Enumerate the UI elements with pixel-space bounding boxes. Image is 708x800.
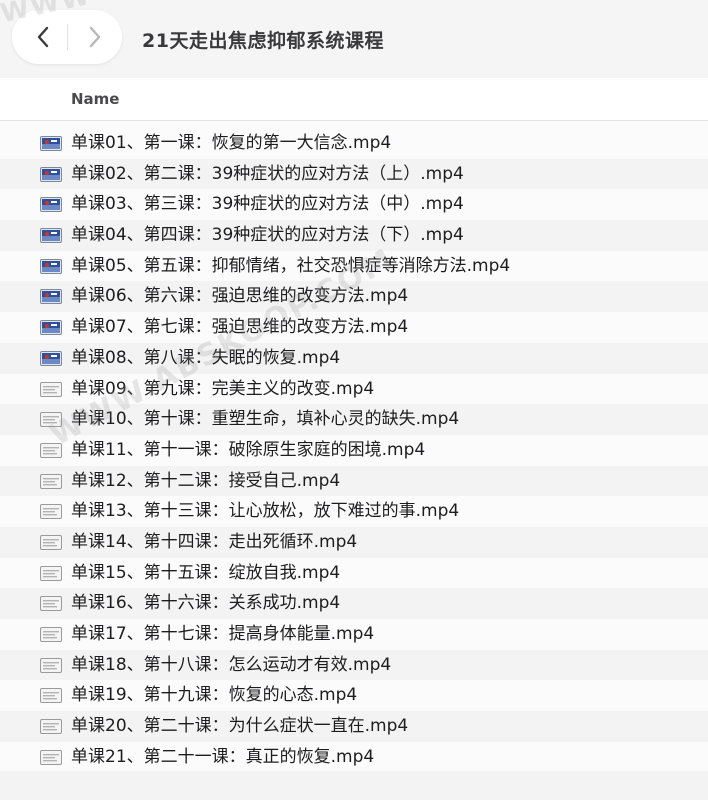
file-row[interactable]: 单课15、第十五课：绽放自我.mp4 bbox=[0, 558, 708, 589]
file-row[interactable]: 单课13、第十三课：让心放松，放下难过的事.mp4 bbox=[0, 496, 708, 527]
file-name: 单课18、第十八课：怎么运动才有效.mp4 bbox=[71, 654, 392, 675]
video-file-icon bbox=[40, 228, 62, 244]
file-name: 单课11、第十一课：破除原生家庭的困境.mp4 bbox=[71, 439, 426, 460]
file-row[interactable]: 单课03、第三课：39种症状的应对方法（中）.mp4 bbox=[0, 189, 708, 220]
generic-file-icon bbox=[40, 412, 62, 428]
generic-file-icon bbox=[40, 565, 62, 581]
generic-file-icon bbox=[40, 657, 62, 673]
file-row[interactable]: 单课08、第八课：失眠的恢复.mp4 bbox=[0, 342, 708, 374]
generic-file-icon bbox=[40, 534, 62, 550]
chevron-left-icon bbox=[37, 26, 49, 48]
file-row[interactable]: 单课18、第十八课：怎么运动才有效.mp4 bbox=[0, 649, 708, 681]
video-file-icon bbox=[40, 320, 62, 336]
file-name: 单课01、第一课：恢复的第一大信念.mp4 bbox=[71, 133, 392, 153]
file-row[interactable]: 单课11、第十一课：破除原生家庭的困境.mp4 bbox=[0, 435, 708, 466]
empty-row bbox=[0, 771, 708, 800]
video-file-icon bbox=[40, 289, 62, 305]
file-name: 单课07、第七课：强迫思维的改变方法.mp4 bbox=[71, 317, 409, 338]
video-file-icon bbox=[40, 166, 62, 182]
generic-file-icon bbox=[40, 627, 62, 642]
file-row[interactable]: 单课07、第七课：强迫思维的改变方法.mp4 bbox=[0, 312, 708, 343]
file-name: 单课19、第十九课：恢复的心态.mp4 bbox=[71, 685, 358, 706]
file-row[interactable]: 单课12、第十二课：接受自己.mp4 bbox=[0, 465, 708, 497]
chevron-right-icon bbox=[89, 26, 101, 48]
file-row[interactable]: 单课19、第十九课：恢复的心态.mp4 bbox=[0, 680, 708, 711]
file-row[interactable]: 单课14、第十四课：走出死循环.mp4 bbox=[0, 526, 708, 558]
file-name: 单课17、第十七课：提高身体能量.mp4 bbox=[71, 624, 375, 644]
generic-file-icon bbox=[40, 473, 62, 489]
file-row[interactable]: 单课16、第十六课：关系成功.mp4 bbox=[0, 588, 708, 619]
video-file-icon bbox=[40, 136, 62, 151]
generic-file-icon bbox=[40, 381, 62, 397]
file-name: 单课05、第五课：抑郁情绪，社交恐惧症等消除方法.mp4 bbox=[71, 255, 511, 276]
video-file-icon bbox=[40, 258, 62, 274]
file-row[interactable]: 单课09、第九课：完美主义的改变.mp4 bbox=[0, 374, 708, 405]
finder-window: 21天走出焦虑抑郁系统课程 Name 单课01、第一课：恢复的第一大信念.mp4… bbox=[0, 0, 708, 800]
file-name: 单课02、第二课：39种症状的应对方法（上）.mp4 bbox=[71, 163, 464, 184]
file-name: 单课12、第十二课：接受自己.mp4 bbox=[71, 470, 341, 491]
file-name: 单课21、第二十一课：真正的恢复.mp4 bbox=[71, 746, 375, 767]
generic-file-icon bbox=[40, 749, 62, 765]
file-name: 单课14、第十四课：走出死循环.mp4 bbox=[71, 531, 358, 552]
file-row[interactable]: 单课17、第十七课：提高身体能量.mp4 bbox=[0, 619, 708, 650]
video-file-icon bbox=[40, 350, 62, 366]
file-name: 单课04、第四课：39种症状的应对方法（下）.mp4 bbox=[71, 225, 464, 246]
file-name: 单课06、第六课：强迫思维的改变方法.mp4 bbox=[71, 286, 409, 307]
file-name: 单课03、第三课：39种症状的应对方法（中）.mp4 bbox=[71, 194, 464, 215]
generic-file-icon bbox=[40, 688, 62, 704]
navigation-controls bbox=[12, 10, 122, 64]
generic-file-icon bbox=[40, 442, 62, 458]
video-file-icon bbox=[40, 197, 62, 213]
generic-file-icon bbox=[40, 596, 62, 612]
generic-file-icon bbox=[40, 719, 62, 735]
file-name: 单课15、第十五课：绽放自我.mp4 bbox=[71, 562, 341, 583]
file-row[interactable]: 单课04、第四课：39种症状的应对方法（下）.mp4 bbox=[0, 220, 708, 251]
name-column-header[interactable]: Name bbox=[71, 90, 119, 108]
file-name: 单课13、第十三课：让心放松，放下难过的事.mp4 bbox=[71, 501, 460, 522]
file-row[interactable]: 单课06、第六课：强迫思维的改变方法.mp4 bbox=[0, 281, 708, 313]
file-list: 单课01、第一课：恢复的第一大信念.mp4 单课02、第二课：39种症状的应对方法… bbox=[0, 128, 708, 772]
generic-file-icon bbox=[40, 504, 62, 520]
file-row[interactable]: 单课01、第一课：恢复的第一大信念.mp4 bbox=[0, 128, 708, 159]
window-title: 21天走出焦虑抑郁系统课程 bbox=[142, 30, 384, 52]
toolbar: 21天走出焦虑抑郁系统课程 bbox=[0, 0, 708, 78]
forward-button[interactable] bbox=[68, 10, 122, 64]
file-row[interactable]: 单课05、第五课：抑郁情绪，社交恐惧症等消除方法.mp4 bbox=[0, 251, 708, 282]
file-name: 单课08、第八课：失眠的恢复.mp4 bbox=[71, 347, 341, 368]
file-name: 单课09、第九课：完美主义的改变.mp4 bbox=[71, 378, 375, 399]
file-name: 单课16、第十六课：关系成功.mp4 bbox=[71, 593, 341, 614]
back-button[interactable] bbox=[16, 10, 70, 64]
file-row[interactable]: 单课10、第十课：重塑生命，填补心灵的缺失.mp4 bbox=[0, 404, 708, 435]
file-name: 单课20、第二十课：为什么症状一直在.mp4 bbox=[71, 716, 409, 737]
file-row[interactable]: 单课02、第二课：39种症状的应对方法（上）.mp4 bbox=[0, 158, 708, 190]
file-row[interactable]: 单课20、第二十课：为什么症状一直在.mp4 bbox=[0, 711, 708, 742]
file-row[interactable]: 单课21、第二十一课：真正的恢复.mp4 bbox=[0, 742, 708, 773]
column-header: Name bbox=[0, 78, 708, 121]
file-name: 单课10、第十课：重塑生命，填补心灵的缺失.mp4 bbox=[71, 409, 460, 430]
